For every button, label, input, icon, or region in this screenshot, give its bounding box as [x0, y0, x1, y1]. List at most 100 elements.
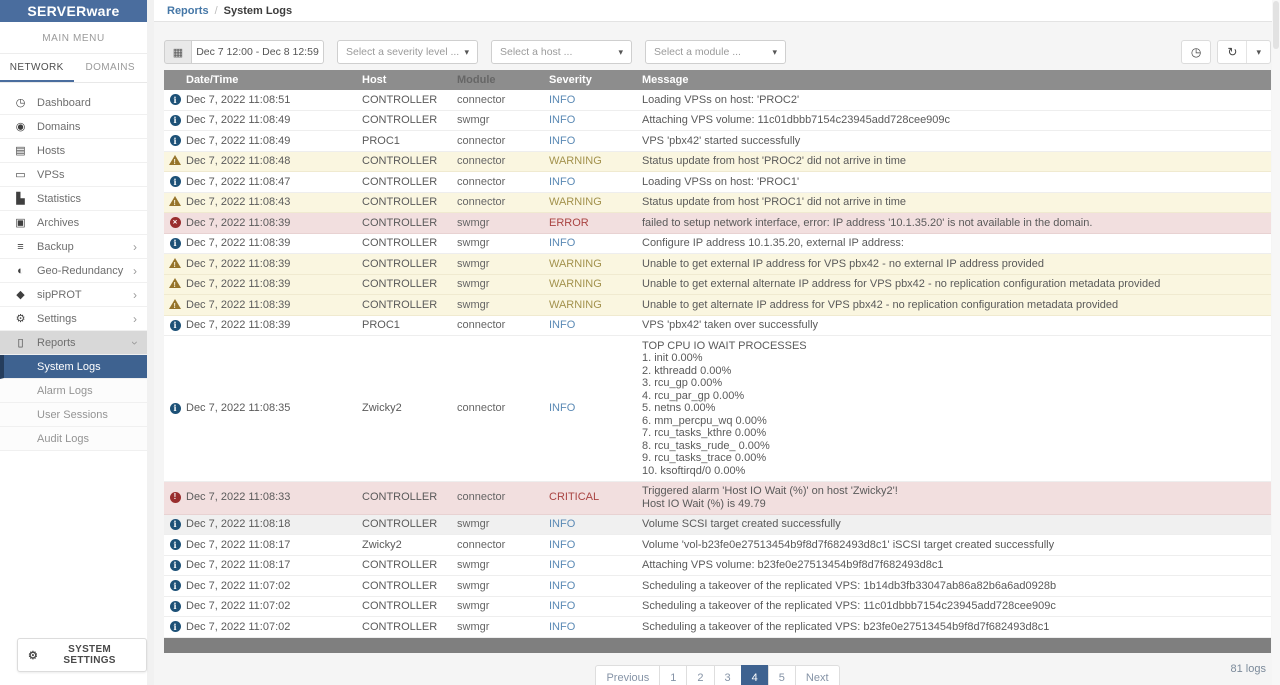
sidebar-item-dashboard[interactable]: ◷ Dashboard	[0, 91, 147, 115]
log-message: TOP CPU IO WAIT PROCESSES 1. init 0.00% …	[642, 339, 807, 477]
date-range-input[interactable]: Dec 7 12:00 - Dec 8 12:59	[192, 40, 324, 64]
page-button-5[interactable]: 5	[767, 664, 796, 685]
tab-network[interactable]: NETWORK	[0, 54, 74, 82]
laptop-icon: ▭	[15, 169, 26, 181]
log-module: connector	[457, 538, 506, 551]
info-icon	[169, 237, 181, 249]
gear-icon: ⚙	[15, 313, 26, 325]
log-table: Date/Time Host Module Severity Message D…	[164, 70, 1271, 653]
log-module: swmgr	[457, 579, 490, 592]
log-host: CONTROLLER	[362, 620, 438, 633]
table-row: Dec 7, 2022 11:08:48 CONTROLLER connector W…	[164, 151, 1271, 172]
page-button-2[interactable]: 2	[686, 664, 715, 685]
header-message: Message	[642, 74, 689, 86]
sidebar-item-archives[interactable]: ▣ Archives	[0, 211, 147, 235]
sidebar-item-geo-redundancy[interactable]: ◐ Geo-Redundancy ›	[0, 259, 147, 283]
log-message: Unable to get alternate IP address for V…	[642, 298, 1119, 311]
sidebar-subitem-alarm-logs[interactable]: Alarm Logs	[0, 379, 147, 403]
info-icon	[169, 600, 181, 612]
log-module: swmgr	[457, 298, 490, 311]
chevron-right-icon: ›	[133, 239, 137, 254]
log-host: CONTROLLER	[362, 237, 438, 249]
refresh-icon[interactable]: ↻	[1218, 41, 1246, 63]
warning-icon	[169, 278, 181, 293]
log-datetime: Dec 7, 2022 11:08:18	[186, 518, 291, 530]
info-icon	[169, 559, 181, 571]
tab-domains[interactable]: DOMAINS	[74, 54, 148, 82]
log-module: connector	[457, 175, 506, 188]
log-module: connector	[457, 93, 506, 106]
log-host: CONTROLLER	[362, 518, 438, 530]
log-message: VPS 'pbx42' started successfully	[642, 134, 801, 147]
log-datetime: Dec 7, 2022 11:08:39	[186, 257, 291, 270]
log-host: PROC1	[362, 319, 400, 331]
log-severity: INFO	[549, 620, 576, 633]
module-filter-select[interactable]: Select a module ...	[645, 40, 786, 64]
database-icon: ≡	[17, 240, 24, 253]
info-icon	[169, 518, 181, 530]
globe-icon: ◉	[15, 121, 26, 133]
sidebar-subitem-user-sessions[interactable]: User Sessions	[0, 403, 147, 427]
log-datetime: Dec 7, 2022 11:08:39	[186, 319, 291, 331]
log-severity: INFO	[549, 93, 576, 106]
history-button[interactable]: ◷	[1180, 40, 1212, 64]
scrollbar-thumb[interactable]	[1273, 1, 1279, 49]
log-severity: INFO	[549, 237, 576, 249]
breadcrumb-reports-link[interactable]: Reports	[167, 5, 209, 17]
host-filter-select[interactable]: Select a host ...	[491, 40, 632, 64]
header-severity: Severity	[549, 74, 592, 86]
log-datetime: Dec 7, 2022 11:08:51	[186, 93, 291, 106]
log-host: CONTROLLER	[362, 216, 438, 229]
log-host: CONTROLLER	[362, 491, 438, 504]
log-host: Zwicky2	[362, 538, 402, 551]
log-severity: INFO	[549, 559, 576, 571]
log-datetime: Dec 7, 2022 11:08:47	[186, 175, 291, 188]
page-button-4-active[interactable]: 4	[740, 664, 769, 685]
shield-icon: ◆	[16, 289, 25, 301]
sidebar-subitem-system-logs[interactable]: System Logs	[0, 355, 147, 379]
sidebar-item-hosts[interactable]: ▤ Hosts	[0, 139, 147, 163]
log-message: Status update from host 'PROC1' did not …	[642, 196, 907, 208]
log-datetime: Dec 7, 2022 11:08:33	[186, 491, 291, 504]
caret-down-icon[interactable]: ▾	[1246, 41, 1270, 63]
table-row: Dec 7, 2022 11:07:02 CONTROLLER swmgr INFO S…	[164, 617, 1271, 638]
next-page-button[interactable]: Next	[794, 664, 840, 685]
log-datetime: Dec 7, 2022 11:08:17	[186, 538, 291, 551]
header-host: Host	[362, 74, 387, 86]
sidebar-item-reports[interactable]: ▯ Reports ›	[0, 331, 147, 355]
table-row: Dec 7, 2022 11:08:49 CONTROLLER swmgr INFO A…	[164, 110, 1271, 131]
log-message: Unable to get external alternate IP addr…	[642, 278, 1161, 290]
table-row: Dec 7, 2022 11:08:51 CONTROLLER connector I…	[164, 90, 1271, 111]
sidebar-item-settings[interactable]: ⚙ Settings ›	[0, 307, 147, 331]
log-datetime: Dec 7, 2022 11:08:35	[186, 402, 291, 414]
warning-icon	[169, 155, 181, 170]
log-message: failed to setup network interface, error…	[642, 216, 1093, 229]
table-row: Dec 7, 2022 11:08:39 CONTROLLER swmgr WARNI…	[164, 254, 1271, 275]
refresh-split-button[interactable]: ↻ ▾	[1217, 40, 1271, 64]
header-datetime: Date/Time	[186, 74, 239, 86]
chevron-down-icon: ›	[128, 340, 142, 345]
calendar-icon[interactable]: ▦	[164, 40, 192, 64]
breadcrumb-separator: /	[214, 4, 218, 17]
previous-page-button[interactable]: Previous	[595, 664, 661, 685]
sidebar-item-vpss[interactable]: ▭ VPSs	[0, 163, 147, 187]
log-severity: INFO	[549, 319, 576, 331]
warning-icon	[169, 257, 181, 272]
sidebar-item-domains[interactable]: ◉ Domains	[0, 115, 147, 139]
log-datetime: Dec 7, 2022 11:07:02	[186, 600, 291, 612]
log-severity: INFO	[549, 538, 576, 551]
sidebar-item-backup[interactable]: ≡ Backup ›	[0, 235, 147, 259]
log-module: swmgr	[457, 257, 490, 270]
severity-filter-select[interactable]: Select a severity level ...	[337, 40, 478, 64]
page-button-3[interactable]: 3	[713, 664, 742, 685]
log-datetime: Dec 7, 2022 11:08:49	[186, 114, 291, 126]
page-button-1[interactable]: 1	[659, 664, 688, 685]
report-icon: ▯	[17, 337, 24, 349]
sidebar-item-statistics[interactable]: ▙ Statistics	[0, 187, 147, 211]
vertical-scrollbar[interactable]	[1272, 0, 1280, 685]
sidebar-item-sipprot[interactable]: ◆ sipPROT ›	[0, 283, 147, 307]
info-icon	[169, 621, 181, 633]
sidebar-subitem-audit-logs[interactable]: Audit Logs	[0, 427, 147, 451]
system-settings-button[interactable]: ⚙ SYSTEM SETTINGS	[17, 638, 147, 672]
filter-toolbar: ▦ Dec 7 12:00 - Dec 8 12:59 Select a sev…	[164, 40, 1271, 64]
